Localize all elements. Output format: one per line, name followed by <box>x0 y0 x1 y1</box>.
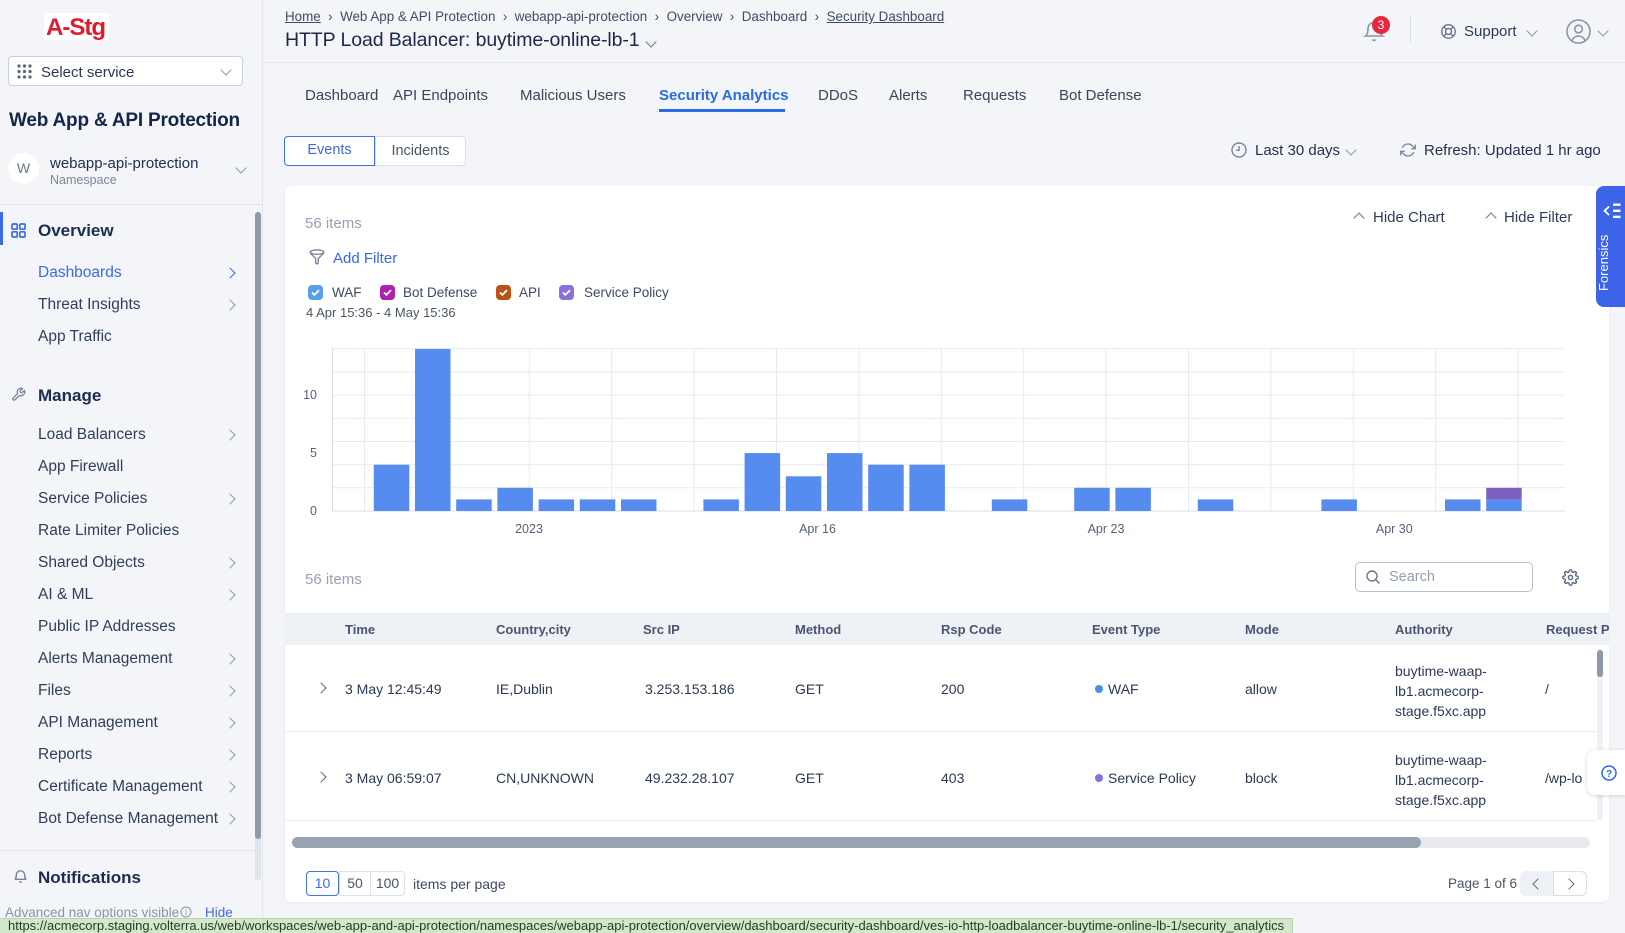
svg-text:10: 10 <box>303 388 317 402</box>
svg-text:0: 0 <box>310 504 317 518</box>
svg-text:Apr 16: Apr 16 <box>799 522 836 536</box>
svg-text:5: 5 <box>310 446 317 460</box>
svg-text:2023: 2023 <box>515 522 543 536</box>
svg-text:Apr 23: Apr 23 <box>1088 522 1125 536</box>
svg-text:?: ? <box>1606 769 1612 780</box>
svg-text:Apr 30: Apr 30 <box>1376 522 1413 536</box>
svg-text:i: i <box>185 908 187 917</box>
